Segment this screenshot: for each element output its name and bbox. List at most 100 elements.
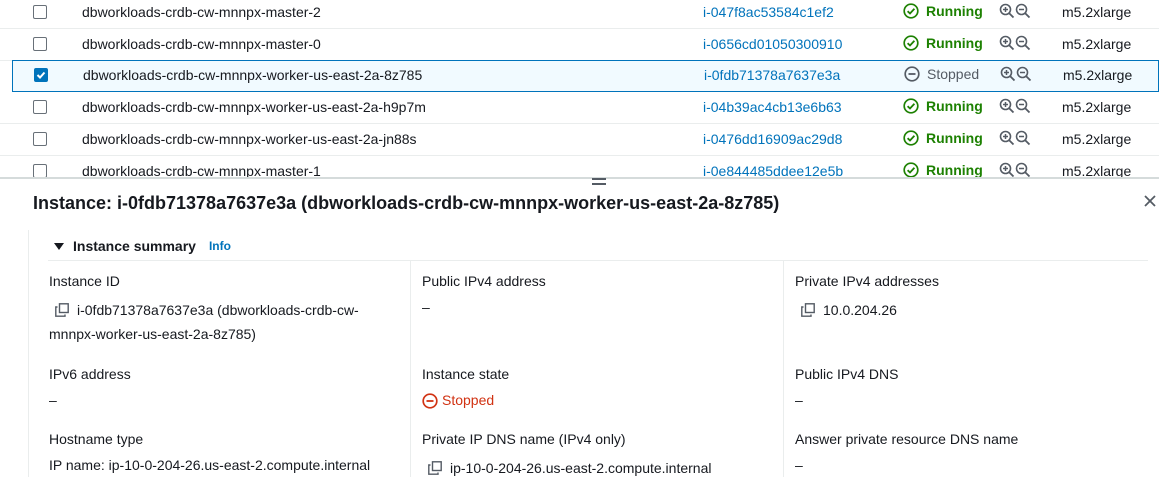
info-link[interactable]: Info — [209, 239, 231, 253]
zoom-in-icon[interactable] — [999, 3, 1015, 19]
check-circle-icon — [903, 3, 919, 19]
zoom-controls — [999, 3, 1031, 19]
private-ipv4-text: 10.0.204.26 — [823, 302, 897, 318]
zoom-controls — [999, 98, 1031, 114]
row-checkbox[interactable] — [33, 100, 47, 114]
zoom-in-icon[interactable] — [999, 130, 1015, 146]
instance-state-label: Running — [926, 130, 983, 146]
instance-id-link[interactable]: i-0fdb71378a7637e3a — [704, 67, 840, 83]
row-checkbox[interactable] — [33, 132, 47, 146]
zoom-in-icon[interactable] — [1000, 66, 1016, 82]
row-checkbox[interactable] — [33, 5, 47, 19]
instance-state-cell: Stopped — [904, 66, 979, 82]
instance-name-cell: dbworkloads-crdb-cw-mnnpx-master-0 — [82, 36, 321, 52]
column-divider — [783, 261, 784, 477]
zoom-out-icon[interactable] — [1015, 3, 1031, 19]
zoom-controls — [999, 162, 1031, 178]
check-circle-icon — [903, 98, 919, 114]
zoom-controls — [1000, 66, 1032, 82]
instance-id-text-cont: mnnpx-worker-us-east-2a-8z785) — [49, 326, 256, 342]
instance-summary-header[interactable]: Instance summary Info — [54, 238, 231, 254]
copy-icon[interactable] — [55, 300, 69, 317]
instance-state-label: Running — [926, 3, 983, 19]
hostname-type-label: Hostname type — [49, 431, 144, 447]
check-circle-icon — [903, 162, 919, 178]
ipv6-address-value: – — [49, 392, 57, 408]
instance-name-cell: dbworkloads-crdb-cw-mnnpx-master-1 — [82, 163, 321, 178]
panel-splitter[interactable] — [0, 177, 1159, 179]
table-row[interactable]: dbworkloads-crdb-cw-mnnpx-worker-us-east… — [0, 124, 1159, 156]
zoom-in-icon[interactable] — [999, 98, 1015, 114]
public-dns-label: Public IPv4 DNS — [795, 366, 899, 382]
row-checkbox[interactable] — [33, 164, 47, 178]
public-dns-value: – — [795, 392, 803, 408]
zoom-out-icon[interactable] — [1015, 130, 1031, 146]
drag-handle-icon[interactable] — [592, 178, 606, 188]
instance-state-cell: Running — [903, 130, 983, 146]
table-row[interactable]: dbworkloads-crdb-cw-mnnpx-master-0 i-065… — [0, 29, 1159, 61]
instance-id-link[interactable]: i-0e844485ddee12e5b — [703, 163, 843, 178]
instance-name-cell: dbworkloads-crdb-cw-mnnpx-worker-us-east… — [82, 131, 417, 147]
panel-border — [28, 230, 29, 477]
zoom-controls — [999, 35, 1031, 51]
instance-id-link[interactable]: i-04b39ac4cb13e6b63 — [703, 99, 842, 115]
instance-id-link[interactable]: i-0656cd01050300910 — [703, 36, 842, 52]
copy-icon[interactable] — [801, 300, 815, 317]
instance-name-cell: dbworkloads-crdb-cw-mnnpx-worker-us-east… — [83, 67, 423, 83]
row-checkbox[interactable] — [34, 68, 48, 82]
check-circle-icon — [903, 130, 919, 146]
instance-summary-title: Instance summary — [73, 238, 196, 254]
instance-state-cell: Running — [903, 3, 983, 19]
answer-dns-label: Answer private resource DNS name — [795, 431, 1019, 447]
instance-id-label: Instance ID — [49, 273, 120, 289]
copy-icon[interactable] — [428, 458, 442, 475]
caret-down-icon[interactable] — [54, 242, 64, 250]
private-ipv4-value: 10.0.204.26 — [801, 298, 897, 322]
column-divider — [410, 261, 411, 477]
table-row[interactable]: dbworkloads-crdb-cw-mnnpx-worker-us-east… — [0, 92, 1159, 124]
panel-title: Instance: i-0fdb71378a7637e3a (dbworkloa… — [33, 193, 780, 213]
instance-type-cell: m5.2xlarge — [1062, 131, 1132, 147]
public-ipv4-label: Public IPv4 address — [422, 273, 546, 289]
hostname-type-value: IP name: ip-10-0-204-26.us-east-2.comput… — [49, 457, 371, 473]
ipv6-address-label: IPv6 address — [49, 366, 131, 382]
zoom-out-icon[interactable] — [1016, 66, 1032, 82]
instance-state-text: Stopped — [442, 392, 495, 408]
instance-state-label: Stopped — [927, 66, 980, 82]
instances-table: dbworkloads-crdb-cw-mnnpx-master-2 i-047… — [0, 0, 1159, 178]
zoom-controls — [999, 130, 1031, 146]
table-row[interactable]: dbworkloads-crdb-cw-mnnpx-worker-us-east… — [12, 60, 1159, 92]
instance-id-link[interactable]: i-0476dd16909ac29d8 — [703, 131, 842, 147]
private-ipv4-label: Private IPv4 addresses — [795, 273, 939, 289]
public-ipv4-value: – — [422, 299, 430, 315]
private-dns-text: ip-10-0-204-26.us-east-2.compute.interna… — [450, 460, 712, 476]
instance-state-cell: Running — [903, 98, 983, 114]
close-icon[interactable] — [1142, 193, 1158, 209]
summary-divider — [48, 260, 1148, 261]
instance-state-field-value: Stopped — [422, 388, 494, 412]
instance-state-label: Running — [926, 162, 983, 178]
instance-type-cell: m5.2xlarge — [1063, 67, 1133, 83]
instance-state-label: Running — [926, 35, 983, 51]
zoom-out-icon[interactable] — [1015, 35, 1031, 51]
table-row[interactable]: dbworkloads-crdb-cw-mnnpx-master-2 i-047… — [0, 0, 1159, 29]
row-checkbox[interactable] — [33, 37, 47, 51]
zoom-out-icon[interactable] — [1015, 98, 1031, 114]
private-dns-label: Private IP DNS name (IPv4 only) — [422, 431, 626, 447]
instance-id-value: i-0fdb71378a7637e3a (dbworkloads-crdb-cw… — [55, 298, 359, 322]
zoom-in-icon[interactable] — [999, 35, 1015, 51]
table-row[interactable]: dbworkloads-crdb-cw-mnnpx-master-1 i-0e8… — [0, 156, 1159, 178]
instance-type-cell: m5.2xlarge — [1062, 99, 1132, 115]
instance-type-cell: m5.2xlarge — [1062, 163, 1132, 178]
answer-dns-value: – — [795, 457, 803, 473]
instance-state-label: Running — [926, 98, 983, 114]
instance-type-cell: m5.2xlarge — [1062, 36, 1132, 52]
instance-state-field-label: Instance state — [422, 366, 510, 382]
instance-name-cell: dbworkloads-crdb-cw-mnnpx-master-2 — [82, 4, 321, 20]
zoom-in-icon[interactable] — [999, 162, 1015, 178]
instance-id-link[interactable]: i-047f8ac53584c1ef2 — [703, 4, 834, 20]
instance-state-cell: Running — [903, 162, 983, 178]
minus-circle-icon — [904, 66, 920, 82]
zoom-out-icon[interactable] — [1015, 162, 1031, 178]
minus-circle-icon — [422, 392, 438, 409]
